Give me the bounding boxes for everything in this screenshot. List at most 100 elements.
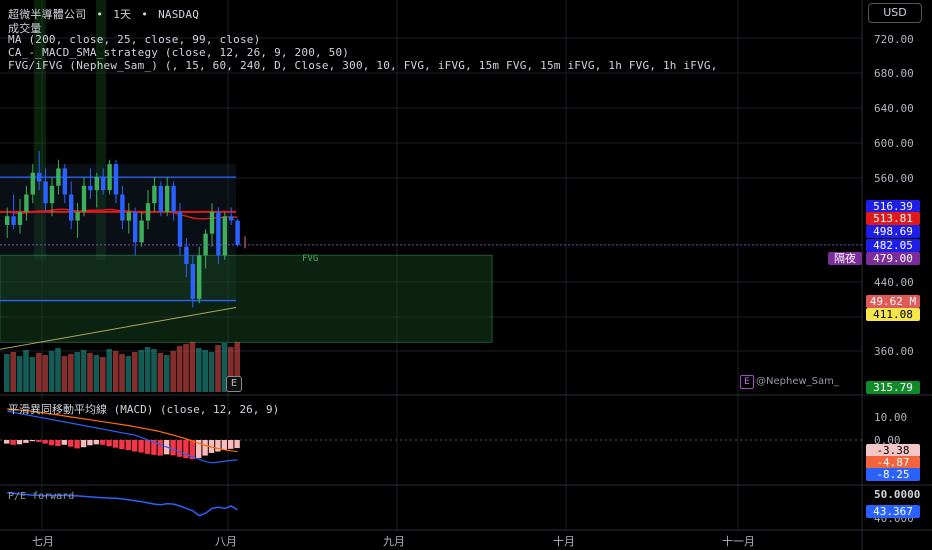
macd-histogram-bar: [234, 440, 240, 449]
candle-body: [177, 211, 183, 247]
volume-bar: [16, 356, 23, 392]
time-tick: 九月: [383, 535, 405, 548]
volume-bar: [138, 350, 144, 392]
macd-histogram-bar: [23, 440, 29, 443]
fvg-label: FVG: [302, 254, 319, 264]
candle-body: [62, 168, 67, 195]
volume-bar: [42, 355, 48, 392]
candle-body: [75, 211, 80, 221]
candle-body: [113, 164, 119, 195]
macd-histogram-bar: [112, 440, 119, 448]
candle-body: [222, 216, 227, 256]
candle-body: [171, 185, 176, 212]
macd-histogram-bar: [42, 440, 48, 444]
macd-histogram-bar: [170, 440, 176, 456]
candle-body: [145, 203, 151, 221]
exchange: NASDAQ: [158, 8, 200, 21]
volume-bar: [106, 349, 112, 392]
candle-body: [158, 185, 163, 212]
macd-histogram-bar: [36, 440, 42, 442]
macd-histogram-bar: [48, 440, 55, 446]
candle-body: [56, 168, 61, 186]
macd-tag-macd: -8.25: [866, 468, 920, 481]
volume-bar: [10, 352, 16, 392]
author-badge-icon: E: [740, 375, 754, 389]
price-tag-last: 482.05: [866, 239, 920, 252]
candle-body: [37, 172, 42, 182]
macd-histogram-bar: [215, 440, 221, 452]
volume-bar: [196, 348, 202, 392]
price-tick: 560.00: [874, 172, 914, 185]
macd-title[interactable]: 平滑異同移動平均線 (MACD) (close, 12, 26, 9): [8, 401, 279, 417]
time-tick: 十一月: [722, 535, 755, 548]
macd-histogram-bar: [16, 440, 23, 445]
fvg-legend[interactable]: FVG/iFVG (Nephew_Sam_) (, 15, 60, 240, D…: [8, 59, 718, 72]
candle-body: [152, 185, 157, 204]
overnight-badge: 隔夜: [828, 252, 862, 265]
volume-bar: [61, 356, 68, 392]
macd-histogram-bar: [68, 440, 74, 447]
candle-body: [49, 185, 55, 204]
macd-histogram-bar: [10, 440, 16, 445]
candle-body: [235, 220, 240, 245]
earnings-icon[interactable]: E: [226, 376, 242, 392]
volume-bar: [183, 344, 189, 392]
macd-histogram-bar: [100, 440, 106, 445]
candle-body: [5, 216, 10, 225]
macd-histogram-bar: [106, 440, 112, 447]
macd-tick: 10.00: [874, 411, 908, 424]
indicator-author: E @Nephew_Sam_: [740, 375, 839, 389]
macd-histogram-bar: [80, 440, 87, 448]
volume-bar: [202, 350, 208, 392]
currency-button[interactable]: USD: [868, 3, 922, 23]
candle-body: [101, 177, 106, 191]
interval: 1天: [113, 8, 132, 21]
macd-histogram-bar: [29, 440, 35, 442]
volume-bar: [176, 346, 183, 392]
price-tick: 440.00: [874, 276, 914, 289]
volume-bar: [74, 352, 80, 392]
macd-histogram-bar: [132, 440, 138, 452]
candle-body: [126, 211, 131, 221]
pe-title[interactable]: P/E forward: [8, 491, 74, 502]
volume-bar: [87, 353, 93, 392]
volume-bar: [189, 342, 196, 392]
chart-canvas[interactable]: [0, 0, 932, 550]
candle-body: [43, 181, 48, 204]
macd-histogram-bar: [221, 440, 227, 451]
candle-body: [107, 164, 112, 191]
macd-histogram-bar: [4, 440, 10, 444]
candle-body: [17, 211, 23, 225]
price-tag-low: 315.79: [866, 381, 920, 394]
candle-body: [81, 185, 87, 212]
volume-bar: [4, 354, 10, 392]
candle-body: [24, 194, 29, 212]
price-tick: 640.00: [874, 102, 914, 115]
candle-body: [184, 246, 189, 265]
candle-body: [229, 216, 234, 221]
candle-body: [133, 211, 138, 243]
candle-body: [139, 220, 144, 243]
volume-bar: [170, 351, 176, 392]
macd-strategy-legend[interactable]: CA_-_MACD_SMA_strategy (close, 12, 26, 9…: [8, 46, 349, 59]
time-tick: 十月: [553, 535, 575, 548]
volume-bar: [132, 352, 138, 392]
fvg-box: [0, 254, 493, 343]
author-name: @Nephew_Sam_: [756, 376, 839, 387]
time-tick: 七月: [32, 535, 54, 548]
candle-body: [197, 255, 202, 299]
ma-legend[interactable]: MA (200, close, 25, close, 99, close): [8, 33, 260, 46]
time-tick: 八月: [215, 535, 237, 548]
macd-histogram-bar: [157, 440, 163, 456]
volume-bar: [48, 351, 55, 392]
volume-bar: [80, 350, 87, 392]
macd-histogram-bar: [93, 440, 99, 445]
candle-body: [69, 194, 74, 221]
price-tag-volume: 49.62 M: [866, 295, 920, 308]
price-tick: 600.00: [874, 137, 914, 150]
pe-tick: 50.0000: [874, 488, 921, 501]
price-tick: 360.00: [874, 345, 914, 358]
price-tick: 680.00: [874, 67, 914, 80]
price-tick: 720.00: [874, 33, 914, 46]
pe-tag: 43.367: [866, 505, 920, 518]
